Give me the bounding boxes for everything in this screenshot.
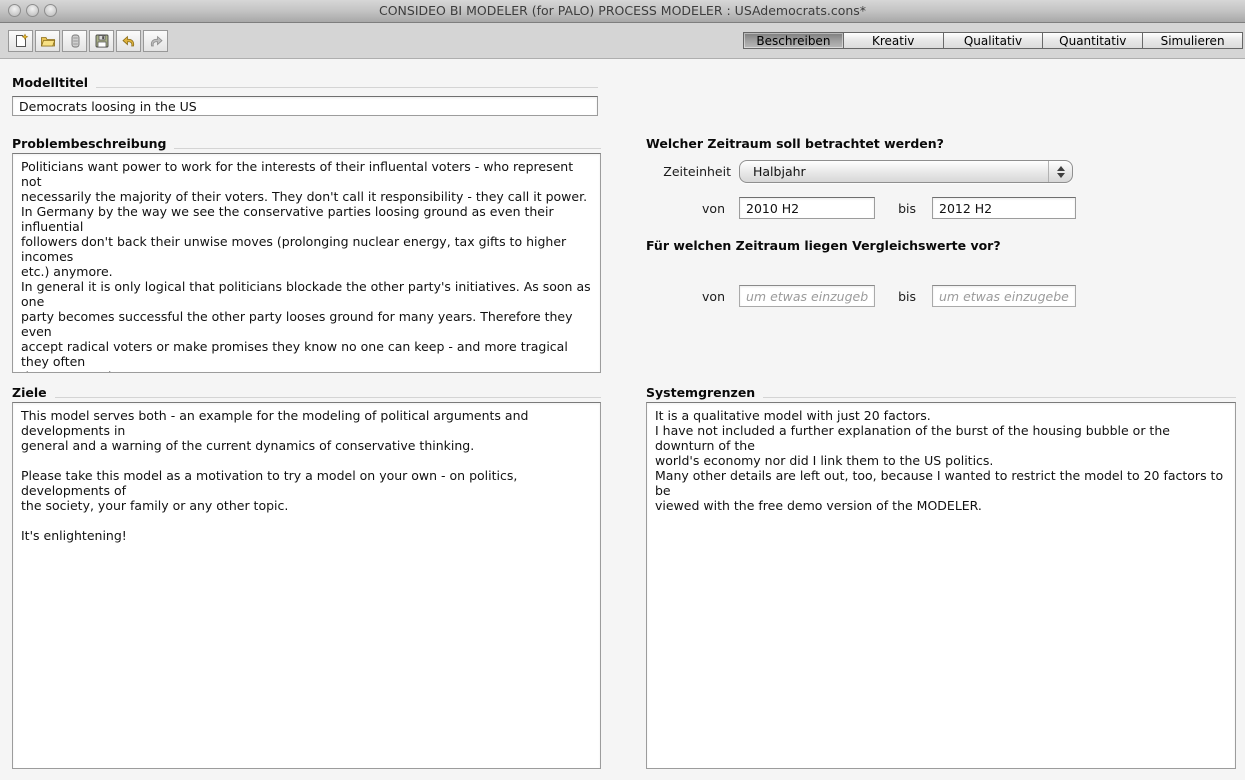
goals-section-label: Ziele [12, 386, 601, 400]
redo-button[interactable] [143, 30, 168, 52]
time-unit-select[interactable]: Halbjahr [739, 160, 1073, 183]
time-unit-value: Halbjahr [740, 161, 1048, 182]
goals-textarea[interactable]: This model serves both - an example for … [12, 402, 601, 769]
model-title-label: Modelltitel [12, 76, 88, 90]
window-title: CONSIDEO BI MODELER (for PALO) PROCESS M… [0, 0, 1245, 22]
section-rule [174, 148, 601, 149]
titlebar: CONSIDEO BI MODELER (for PALO) PROCESS M… [0, 0, 1245, 23]
time-unit-label: Zeiteinheit [646, 165, 731, 179]
undo-button[interactable] [116, 30, 141, 52]
save-floppy-icon [94, 33, 110, 49]
undo-arrow-icon [121, 33, 137, 49]
time-period-heading: Welcher Zeitraum soll betrachtet werden? [646, 137, 944, 151]
comparison-period-heading: Für welchen Zeitraum liegen Vergleichswe… [646, 239, 1001, 253]
section-rule [96, 87, 598, 88]
section-rule [763, 397, 1236, 398]
open-folder-icon [40, 33, 56, 49]
open-model-button[interactable] [35, 30, 60, 52]
save-button[interactable] [89, 30, 114, 52]
new-document-icon [13, 33, 29, 49]
comparison-from-label: von [646, 290, 725, 304]
toolbar-buttons [8, 30, 168, 52]
model-title-input[interactable] [12, 96, 598, 116]
new-model-button[interactable] [8, 30, 33, 52]
goals-label: Ziele [12, 386, 47, 400]
notepad-icon [67, 33, 83, 49]
toolbar: Beschreiben Kreativ Qualitativ Quantitat… [0, 23, 1245, 59]
chevron-down-icon [1057, 173, 1065, 178]
time-to-label: bis [880, 202, 916, 216]
model-title-section-label: Modelltitel [12, 76, 598, 90]
time-from-label: von [646, 202, 725, 216]
stepper-arrows-icon[interactable] [1048, 161, 1072, 182]
comparison-to-label: bis [880, 290, 916, 304]
tab-kreativ[interactable]: Kreativ [843, 33, 943, 48]
problem-description-textarea[interactable]: Politicians want power to work for the i… [12, 153, 601, 373]
time-to-input[interactable] [932, 197, 1076, 219]
system-boundaries-textarea[interactable]: It is a qualitative model with just 20 f… [646, 402, 1236, 769]
tab-qualitativ[interactable]: Qualitativ [943, 33, 1043, 48]
tab-quantitativ[interactable]: Quantitativ [1042, 33, 1142, 48]
system-boundaries-label: Systemgrenzen [646, 386, 755, 400]
app-window: CONSIDEO BI MODELER (for PALO) PROCESS M… [0, 0, 1245, 778]
beschreiben-panel: Modelltitel Problembeschreibung Politici… [0, 59, 1245, 780]
copy-button[interactable] [62, 30, 87, 52]
view-tabs: Beschreiben Kreativ Qualitativ Quantitat… [743, 32, 1243, 49]
comparison-from-input[interactable] [739, 285, 875, 307]
tab-simulieren[interactable]: Simulieren [1142, 33, 1242, 48]
comparison-to-input[interactable] [932, 285, 1076, 307]
time-from-input[interactable] [739, 197, 875, 219]
tab-beschreiben[interactable]: Beschreiben [744, 33, 843, 48]
problem-description-label: Problembeschreibung [12, 137, 166, 151]
chevron-up-icon [1057, 166, 1065, 171]
problem-section-label: Problembeschreibung [12, 137, 601, 151]
redo-arrow-icon [148, 33, 164, 49]
section-rule [55, 397, 601, 398]
system-boundaries-section-label: Systemgrenzen [646, 386, 1236, 400]
